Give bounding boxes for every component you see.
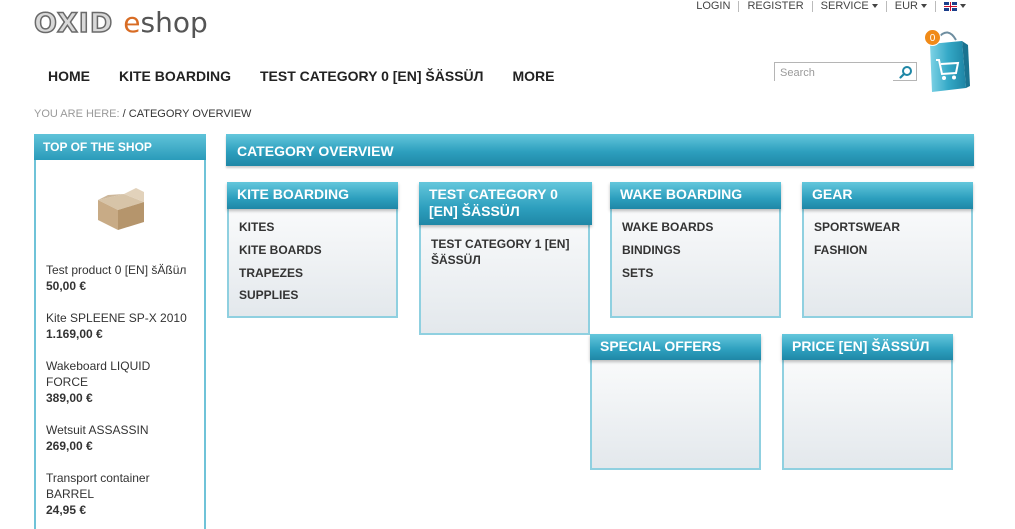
shop-logo[interactable]: OXID eshop <box>33 6 208 40</box>
breadcrumb: YOU ARE HERE: / CATEGORY OVERVIEW <box>34 108 251 120</box>
nav-more[interactable]: MORE <box>512 68 554 84</box>
language-dropdown[interactable] <box>935 1 974 12</box>
register-link[interactable]: REGISTER <box>738 1 811 12</box>
category-title[interactable]: KITE BOARDING <box>227 182 398 209</box>
top-product-2[interactable]: Wakeboard LIQUID FORCE 389,00 € <box>46 358 166 406</box>
top-product-1[interactable]: Kite SPLEENE SP-X 2010 1.169,00 € <box>46 310 196 342</box>
product-box-image[interactable] <box>94 184 148 232</box>
page-title: CATEGORY OVERVIEW <box>226 134 974 166</box>
top-product-0[interactable]: Test product 0 [EN] šÄßüл 50,00 € <box>46 262 196 294</box>
search-icon[interactable] <box>899 65 913 79</box>
chevron-down-icon <box>960 4 966 9</box>
category-title[interactable]: SPECIAL OFFERS <box>590 334 761 360</box>
subcategory-link[interactable]: SETS <box>622 265 653 281</box>
subcategory-link[interactable]: WAKE BOARDS <box>622 219 713 235</box>
category-title[interactable]: GEAR <box>802 182 973 209</box>
category-title[interactable]: TEST CATEGORY 0 [EN] ŠÄSSÜЛ <box>419 182 592 225</box>
logo-brand: OXID <box>33 8 114 40</box>
login-link[interactable]: LOGIN <box>688 1 738 12</box>
category-box-price: PRICE [EN] ŠÄSSÜЛ <box>782 334 953 470</box>
subcategory-link[interactable]: KITES <box>239 219 274 235</box>
subcategory-link[interactable]: TEST CATEGORY 1 [EN] ŠÄSSÜЛ <box>431 236 571 268</box>
subcategory-link[interactable]: FASHION <box>814 242 867 258</box>
category-box-special-offers: SPECIAL OFFERS <box>590 334 761 470</box>
top-product-3[interactable]: Wetsuit ASSASSIN 269,00 € <box>46 422 196 454</box>
product-price: 50,00 € <box>46 279 87 293</box>
product-price: 24,95 € <box>46 503 87 517</box>
category-box-wake-boarding: WAKE BOARDING WAKE BOARDS BINDINGS SETS <box>610 182 781 318</box>
subcategory-link[interactable]: KITE BOARDS <box>239 242 322 258</box>
chevron-down-icon <box>921 4 927 9</box>
basket-count-badge: 0 <box>924 29 941 46</box>
subcategory-link[interactable]: SUPPLIES <box>239 287 298 303</box>
breadcrumb-separator: / <box>122 108 126 120</box>
top-of-shop-box: TOP OF THE SHOP Test product 0 [EN] šÄßü… <box>34 134 206 529</box>
service-dropdown[interactable]: SERVICE <box>811 1 886 12</box>
product-name[interactable]: Wakeboard LIQUID FORCE <box>46 359 150 389</box>
subcategory-link[interactable]: BINDINGS <box>622 242 681 258</box>
product-name[interactable]: Transport container BARREL <box>46 471 150 501</box>
logo-product: eshop <box>123 6 208 39</box>
product-price: 269,00 € <box>46 439 93 453</box>
nav-kite-boarding[interactable]: KITE BOARDING <box>119 68 231 84</box>
sidebar-title: TOP OF THE SHOP <box>34 134 206 160</box>
search-input[interactable] <box>775 64 893 82</box>
top-menu: LOGIN REGISTER SERVICE EUR <box>688 0 974 13</box>
category-box-gear: GEAR SPORTSWEAR FASHION <box>802 182 973 318</box>
search-box <box>774 62 917 82</box>
category-box-test-category: TEST CATEGORY 0 [EN] ŠÄSSÜЛ TEST CATEGOR… <box>419 182 592 335</box>
chevron-down-icon <box>871 4 878 9</box>
category-title[interactable]: PRICE [EN] ŠÄSSÜЛ <box>782 334 953 360</box>
subcategory-link[interactable]: TRAPEZES <box>239 265 303 281</box>
top-product-4[interactable]: Transport container BARREL 24,95 € <box>46 470 166 518</box>
uk-flag-icon <box>944 1 957 11</box>
nav-home[interactable]: HOME <box>48 68 90 84</box>
subcategory-link[interactable]: SPORTSWEAR <box>814 219 900 235</box>
nav-test-category[interactable]: TEST CATEGORY 0 [EN] ŠÄSSÜЛ <box>260 68 483 84</box>
main-nav: HOME KITE BOARDING TEST CATEGORY 0 [EN] … <box>48 68 583 84</box>
product-price: 389,00 € <box>46 391 93 405</box>
basket-button[interactable]: 0 <box>922 28 970 94</box>
product-name[interactable]: Wetsuit ASSASSIN <box>46 423 149 437</box>
product-name[interactable]: Test product 0 [EN] šÄßüл <box>46 263 186 277</box>
breadcrumb-current: CATEGORY OVERVIEW <box>128 108 252 120</box>
product-name[interactable]: Kite SPLEENE SP-X 2010 <box>46 311 187 325</box>
breadcrumb-prefix: YOU ARE HERE: <box>34 108 120 120</box>
currency-dropdown[interactable]: EUR <box>885 1 935 12</box>
category-title[interactable]: WAKE BOARDING <box>610 182 781 209</box>
category-box-kite-boarding: KITE BOARDING KITES KITE BOARDS TRAPEZES… <box>227 182 398 318</box>
product-price: 1.169,00 € <box>46 327 103 341</box>
